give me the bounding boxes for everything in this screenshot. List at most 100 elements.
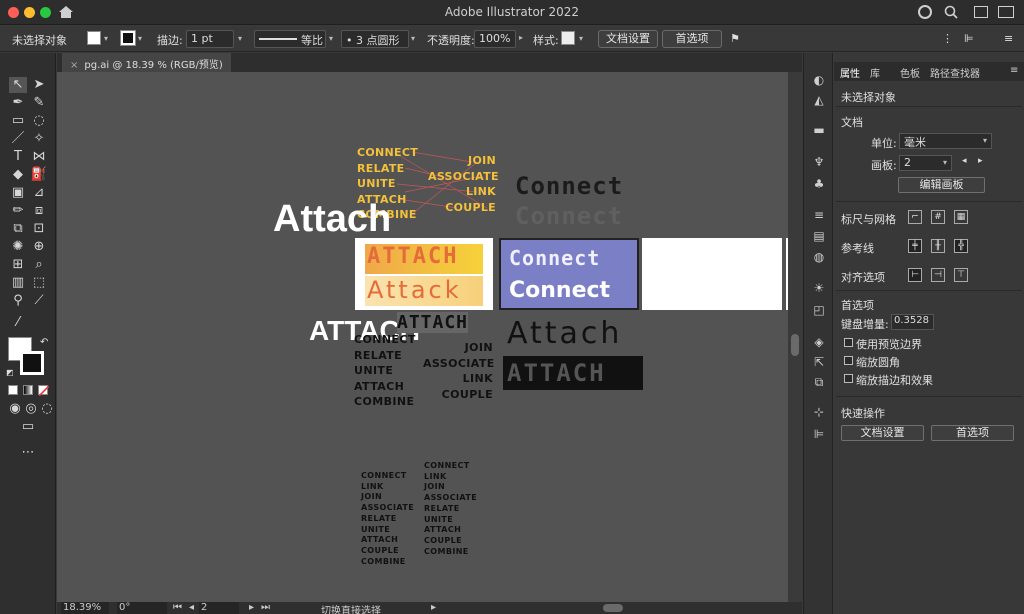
document-tab[interactable]: × pg.ai @ 18.39 % (RGB/预览) (62, 53, 231, 72)
previous-artboard-icon[interactable]: ◂ (189, 602, 194, 613)
pen-tool-icon[interactable]: ✒ (9, 95, 27, 111)
search-icon[interactable] (944, 5, 958, 19)
color-panel-icon[interactable]: ◐ (812, 73, 826, 87)
variable-width-profile[interactable]: 等比 (254, 30, 326, 48)
measure-tool-icon[interactable]: ⟋ (30, 293, 48, 309)
preview-bounds-checkbox[interactable] (844, 338, 853, 347)
rulers-icon[interactable]: ⌐ (908, 210, 922, 224)
swap-colors-icon[interactable]: ↶ (40, 337, 48, 348)
gradient-tool-icon[interactable]: ▣ (9, 185, 27, 201)
tab-pathfinder[interactable]: 路径查找器 (930, 65, 980, 80)
shaper-tool-icon[interactable]: ⧈ (30, 203, 48, 219)
zoom-tool-icon[interactable]: ⌕ (30, 257, 48, 273)
blend-tool-icon[interactable]: ⧉ (9, 221, 27, 237)
libraries-icon[interactable]: ▬ (812, 123, 826, 137)
document-setup-button[interactable]: 文档设置 (841, 425, 924, 441)
show-guides-icon[interactable]: ╪ (908, 239, 922, 253)
snap-to-pixel-icon[interactable]: ⊣ (931, 268, 945, 282)
artboard-3[interactable] (642, 238, 782, 310)
opacity-field[interactable]: 100% (474, 30, 516, 48)
curvature-tool-icon[interactable]: ✎ (30, 95, 48, 111)
transparency-grid-icon[interactable]: ▦ (954, 210, 968, 224)
default-colors-icon[interactable]: ◩ (6, 368, 14, 377)
transform-panel-icon[interactable]: ⊹ (812, 405, 826, 419)
symbols-icon[interactable]: ♣ (812, 177, 826, 191)
lock-guides-icon[interactable]: ╫ (931, 239, 945, 253)
eraser-tool-icon[interactable]: ◆ (9, 167, 27, 183)
chevron-down-icon[interactable]: ▾ (329, 34, 333, 43)
tab-properties[interactable]: 属性 (840, 65, 860, 80)
menu-icon[interactable]: ≡ (1004, 32, 1013, 45)
pencil-tool-icon[interactable]: ✏ (9, 203, 27, 219)
first-artboard-icon[interactable]: ⏮ (173, 602, 182, 613)
flag-icon[interactable]: ⚑ (730, 32, 740, 45)
artboard-2[interactable]: Connect Connect (499, 238, 639, 310)
align-icon[interactable]: ⋮ (942, 32, 953, 45)
pin-tool-icon[interactable]: ⚲ (9, 293, 27, 309)
artboard-select[interactable]: 2 ▾ (899, 155, 952, 171)
chevron-down-icon[interactable]: ▾ (238, 34, 242, 43)
zoom-field[interactable]: 18.39% (61, 602, 109, 614)
tab-libraries[interactable]: 库 (870, 65, 880, 80)
chevron-down-icon[interactable]: ▾ (104, 34, 108, 43)
paintbrush-tool-icon[interactable]: ／ (9, 131, 27, 147)
arrange-documents-icon[interactable] (998, 6, 1014, 18)
next-artboard-icon[interactable]: ▸ (978, 156, 983, 166)
snap-to-point-icon[interactable]: ⊢ (908, 268, 922, 282)
document-setup-button[interactable]: 文档设置 (598, 30, 658, 48)
transparency-icon[interactable]: ◍ (812, 250, 826, 264)
direct-selection-tool-icon[interactable]: ➤ (30, 77, 48, 93)
screen-mode-icon[interactable]: ▭ (19, 419, 37, 435)
shape-builder-tool-icon[interactable]: ⊕ (30, 239, 48, 255)
eyedropper-tool-icon[interactable]: ⊿ (30, 185, 48, 201)
chevron-down-icon[interactable]: ▾ (579, 34, 583, 43)
reflect-tool-icon[interactable]: ⋈ (30, 149, 48, 165)
canvas[interactable]: CONNECT RELATE UNITE ATTACH COMBINE JOIN… (57, 72, 788, 602)
ruler-tool-icon[interactable]: ⁄ (9, 315, 27, 331)
grid-icon[interactable]: # (931, 210, 945, 224)
artboard-tool-icon[interactable]: ⊞ (9, 257, 27, 273)
workspace-icon[interactable] (974, 6, 988, 18)
type-tool-icon[interactable]: T (9, 149, 27, 165)
preferences-button[interactable]: 首选项 (662, 30, 722, 48)
chevron-down-icon[interactable]: ▾ (138, 34, 142, 43)
align-panel-icon[interactable]: ⊫ (812, 427, 826, 441)
account-icon[interactable] (918, 5, 932, 19)
magic-wand-tool-icon[interactable]: ✧ (30, 131, 48, 147)
artboard-1[interactable]: ATTACH Attack (355, 238, 493, 310)
keyboard-increment-field[interactable]: 0.3528 m (891, 314, 934, 330)
close-tab-icon[interactable]: × (70, 60, 78, 71)
none-mode-icon[interactable] (38, 385, 50, 397)
smart-guides-icon[interactable]: ╬ (954, 239, 968, 253)
column-graph-tool-icon[interactable]: ▥ (9, 275, 27, 291)
slice-tool-icon[interactable]: ⬚ (30, 275, 48, 291)
rotation-field[interactable]: 0° (117, 602, 167, 614)
draw-inside-icon[interactable]: ◌ (38, 401, 56, 417)
scale-corners-checkbox[interactable] (844, 356, 853, 365)
artboard-field[interactable]: 2 (199, 602, 239, 614)
selection-tool-icon[interactable]: ↖ (9, 77, 27, 93)
artboards-icon[interactable]: ⧉ (812, 375, 826, 389)
edit-artboards-button[interactable]: 编辑画板 (898, 177, 985, 193)
panel-menu-icon[interactable]: ≡ (1010, 65, 1018, 76)
gradient-panel-icon[interactable]: ▤ (812, 229, 826, 243)
gradient-mode-icon[interactable] (23, 385, 33, 395)
stroke-color-box[interactable] (20, 351, 44, 375)
more-tools-icon[interactable]: ⋯ (19, 445, 37, 461)
next-artboard-icon[interactable]: ▸ (249, 602, 254, 613)
lasso-tool-icon[interactable]: ◌ (30, 113, 48, 129)
layers-icon[interactable]: ◈ (812, 335, 826, 349)
unit-select[interactable]: 毫米 ▾ (899, 133, 992, 149)
symbol-sprayer-tool-icon[interactable]: ✺ (9, 239, 27, 255)
appearance-icon[interactable]: ☀ (812, 281, 826, 295)
horizontal-scroll-thumb[interactable] (603, 604, 623, 612)
rectangle-tool-icon[interactable]: ▭ (9, 113, 27, 129)
chevron-right-icon[interactable]: ▸ (519, 33, 523, 42)
color-guide-icon[interactable]: ◭ (812, 93, 826, 107)
stroke-weight-field[interactable]: 1 pt (186, 30, 234, 48)
paint-bucket-tool-icon[interactable]: ⛽ (30, 167, 48, 183)
stroke-swatch[interactable] (120, 30, 136, 46)
scale-strokes-checkbox[interactable] (844, 374, 853, 383)
preferences-button[interactable]: 首选项 (931, 425, 1014, 441)
graphic-style-swatch[interactable] (561, 31, 575, 45)
